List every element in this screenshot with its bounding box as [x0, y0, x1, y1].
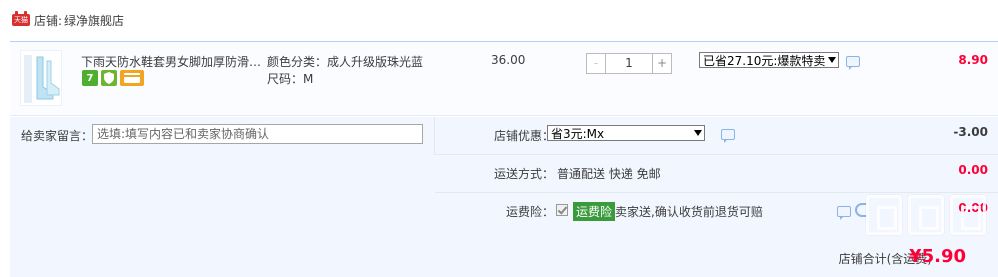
chat-bubble-icon[interactable] [837, 206, 851, 220]
shop-name-link[interactable]: 绿净旗舰店 [64, 12, 124, 29]
card-icon[interactable] [120, 70, 144, 86]
buyer-message-label: 给卖家留言： [21, 129, 94, 143]
quantity-decrease-button[interactable]: - [586, 53, 606, 74]
chevron-down-icon [828, 57, 836, 63]
order-options-panel: 给卖家留言： 选填:填写内容已和卖家协商确认 店铺优惠： 省3元:Mx -3.0… [10, 117, 998, 277]
quantity-increase-button[interactable]: + [652, 53, 672, 74]
cart-item-row: 下雨天防水鞋套男女脚加厚防滑… 7 颜色分类：成人升级版珠光蓝 尺码：M 36.… [10, 41, 998, 116]
shop-discount-label: 店铺优惠： [493, 129, 554, 143]
sku-size: 尺码：M [267, 72, 314, 86]
watermark-glyph [950, 195, 986, 235]
seven-day-return-icon[interactable]: 7 [82, 70, 98, 86]
shield-icon[interactable] [101, 70, 117, 86]
shop-header: 天猫 店铺: 绿净旗舰店 [0, 0, 998, 40]
unit-price: 36.00 [491, 53, 526, 67]
watermark-glyph [908, 195, 944, 235]
shop-discount-row: 店铺优惠： 省3元:Mx -3.00 [435, 117, 998, 155]
service-icons: 7 [82, 70, 144, 86]
quantity-input[interactable]: 1 [606, 53, 652, 74]
watermark-logo [866, 195, 986, 235]
shop-discount-amount: -3.00 [953, 125, 988, 139]
buyer-message-input[interactable]: 选填:填写内容已和卖家协商确认 [92, 124, 423, 144]
shop-discount-select[interactable]: 省3元:Mx [547, 125, 705, 141]
shop-total-row: 店铺合计(含运费) ¥5.90 [10, 234, 998, 277]
shipping-method: 普通配送 快递 免邮 [557, 167, 661, 181]
shipping-row: 运送方式： 普通配送 快递 免邮 0.00 [435, 155, 998, 193]
quantity-stepper: - 1 + [586, 53, 672, 74]
item-total-price: 8.90 [958, 53, 988, 67]
chevron-down-icon [694, 130, 702, 136]
watermark-glyph [866, 195, 902, 235]
chat-bubble-icon[interactable] [846, 56, 860, 70]
insurance-label: 运费险： [505, 205, 554, 219]
item-promo-selected: 已省27.10元:爆款特卖 [703, 53, 826, 68]
product-thumbnail[interactable] [20, 50, 62, 106]
insurance-checkbox[interactable] [556, 204, 568, 216]
product-title-link[interactable]: 下雨天防水鞋套男女脚加厚防滑… [81, 53, 261, 70]
shipping-amount: 0.00 [958, 163, 988, 177]
insurance-tag: 运费险 [573, 202, 616, 221]
shop-discount-selected: 省3元:Mx [551, 126, 605, 141]
chat-bubble-icon[interactable] [721, 129, 735, 143]
shop-label: 店铺: [34, 13, 63, 28]
shipping-label: 运送方式： [493, 167, 554, 181]
buyer-message-section: 给卖家留言： 选填:填写内容已和卖家协商确认 [10, 117, 435, 155]
item-promo-select[interactable]: 已省27.10元:爆款特卖 [699, 52, 839, 68]
tmall-icon: 天猫 [12, 11, 30, 26]
sku-color: 颜色分类：成人升级版珠光蓝 [267, 55, 424, 69]
shop-total-amount: ¥5.90 [909, 246, 966, 267]
insurance-description: 卖家送,确认收货前退货可赔 [615, 205, 763, 219]
